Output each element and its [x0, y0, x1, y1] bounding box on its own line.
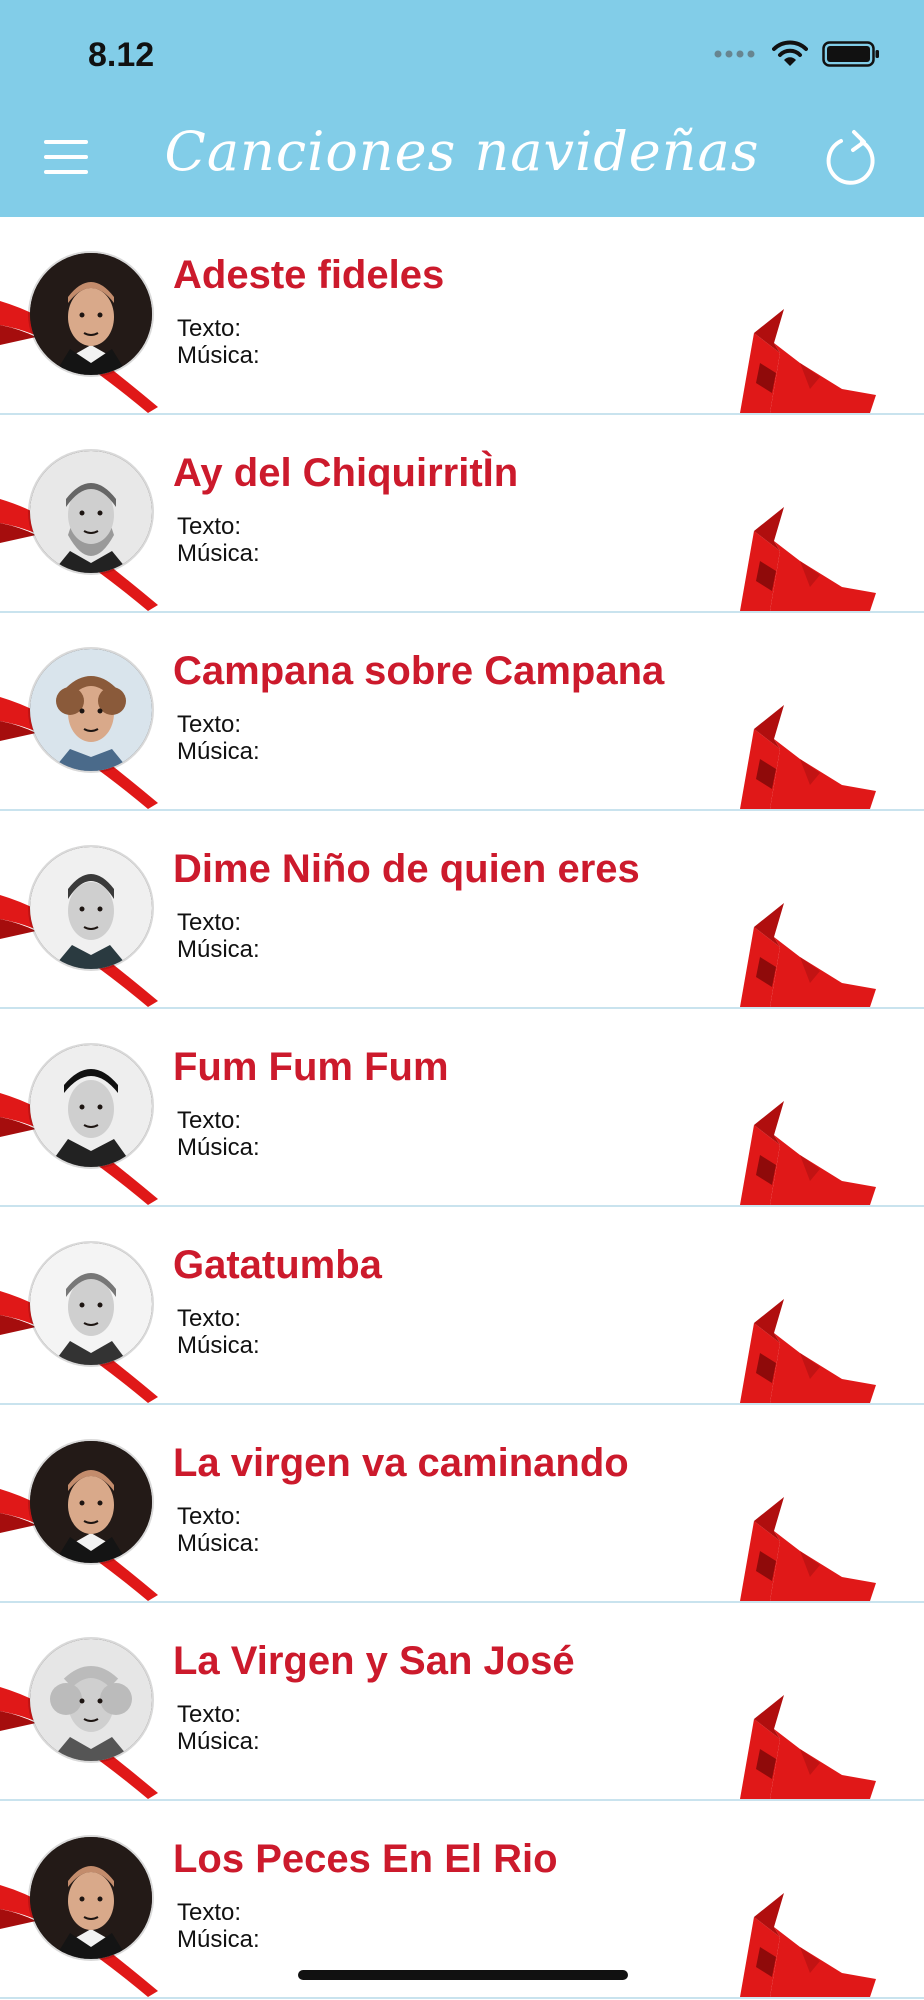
home-indicator [298, 1970, 628, 1980]
ribbon-right-decoration [740, 507, 876, 611]
music-label: Música: [177, 1926, 260, 1953]
ribbon-right-decoration [740, 1893, 876, 1997]
app-header: 8.12 Canciones navideñas [0, 0, 924, 217]
composer-avatar [30, 1045, 152, 1167]
song-title: Campana sobre Campana [173, 649, 665, 693]
song-row[interactable]: Adeste fideles Texto: Música: [0, 217, 924, 415]
text-label: Texto: [177, 909, 242, 936]
song-meta: Texto: Música: [177, 1503, 260, 1557]
text-label: Texto: [177, 1899, 242, 1926]
portrait-image [30, 451, 152, 573]
song-title: Fum Fum Fum [173, 1045, 449, 1089]
composer-avatar [30, 649, 152, 771]
portrait-image [30, 1045, 152, 1167]
text-label: Texto: [177, 1305, 242, 1332]
song-list: Adeste fideles Texto: Música: Ay del Chi… [0, 217, 924, 1999]
composer-avatar [30, 1441, 152, 1563]
song-row[interactable]: Campana sobre Campana Texto: Música: [0, 613, 924, 811]
composer-avatar [30, 253, 152, 375]
ribbon-right-decoration [740, 309, 876, 413]
song-meta: Texto: Música: [177, 513, 260, 567]
song-meta: Texto: Música: [177, 1899, 260, 1953]
ribbon-right-decoration [740, 1497, 876, 1601]
portrait-image [30, 1441, 152, 1563]
composer-avatar [30, 1243, 152, 1365]
song-title: Ay del ChiquirritÌn [173, 451, 519, 495]
composer-avatar [30, 451, 152, 573]
refresh-icon[interactable] [824, 128, 880, 188]
song-title: Gatatumba [173, 1243, 382, 1287]
portrait-image [30, 649, 152, 771]
music-label: Música: [177, 540, 260, 567]
composer-avatar [30, 847, 152, 969]
song-title: La Virgen y San José [173, 1639, 575, 1683]
song-row[interactable]: Gatatumba Texto: Música: [0, 1207, 924, 1405]
song-row[interactable]: Fum Fum Fum Texto: Música: [0, 1009, 924, 1207]
text-label: Texto: [177, 1503, 242, 1530]
portrait-image [30, 847, 152, 969]
page-title: Canciones navideñas [164, 120, 760, 183]
song-meta: Texto: Música: [177, 711, 260, 765]
ribbon-right-decoration [740, 1299, 876, 1403]
song-title: Los Peces En El Rio [173, 1837, 558, 1881]
text-label: Texto: [177, 1701, 242, 1728]
ribbon-right-decoration [740, 705, 876, 809]
song-row[interactable]: Dime Niño de quien eres Texto: Música: [0, 811, 924, 1009]
song-row[interactable]: Ay del ChiquirritÌn Texto: Música: [0, 415, 924, 613]
ribbon-right-decoration [740, 1101, 876, 1205]
music-label: Música: [177, 1530, 260, 1557]
status-icons [714, 40, 880, 68]
text-label: Texto: [177, 513, 242, 540]
song-meta: Texto: Música: [177, 315, 260, 369]
song-title: Adeste fideles [173, 253, 445, 297]
portrait-image [30, 253, 152, 375]
song-title: La virgen va caminando [173, 1441, 629, 1485]
song-meta: Texto: Música: [177, 1701, 260, 1755]
signal-icon [714, 50, 755, 58]
music-label: Música: [177, 1134, 260, 1161]
portrait-image [30, 1639, 152, 1761]
music-label: Música: [177, 1332, 260, 1359]
wifi-icon [772, 40, 808, 66]
song-row[interactable]: La Virgen y San José Texto: Música: [0, 1603, 924, 1801]
text-label: Texto: [177, 315, 242, 342]
composer-avatar [30, 1639, 152, 1761]
ribbon-right-decoration [740, 903, 876, 1007]
song-row[interactable]: La virgen va caminando Texto: Música: [0, 1405, 924, 1603]
song-meta: Texto: Música: [177, 909, 260, 963]
battery-icon [822, 41, 879, 67]
ribbon-right-decoration [740, 1695, 876, 1799]
song-meta: Texto: Música: [177, 1107, 260, 1161]
music-label: Música: [177, 342, 260, 369]
portrait-image [30, 1243, 152, 1365]
status-time: 8.12 [88, 36, 155, 74]
song-title: Dime Niño de quien eres [173, 847, 640, 891]
song-meta: Texto: Música: [177, 1305, 260, 1359]
music-label: Música: [177, 1728, 260, 1755]
composer-avatar [30, 1837, 152, 1959]
music-label: Música: [177, 738, 260, 765]
text-label: Texto: [177, 1107, 242, 1134]
portrait-image [30, 1837, 152, 1959]
text-label: Texto: [177, 711, 242, 738]
music-label: Música: [177, 936, 260, 963]
